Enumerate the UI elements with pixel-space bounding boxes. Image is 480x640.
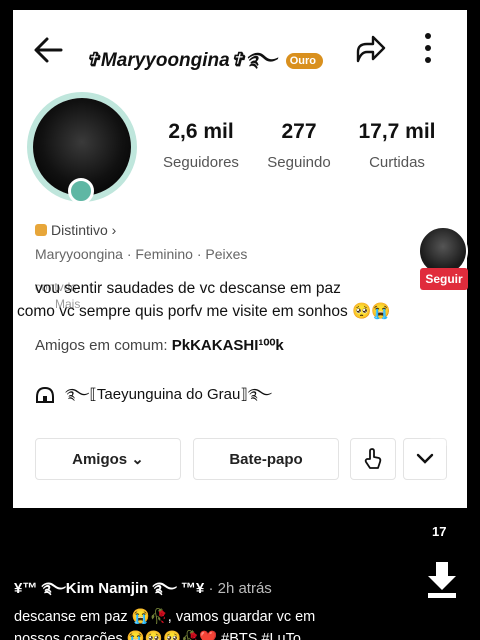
gift-button[interactable] <box>350 438 396 480</box>
following-label: Seguindo <box>267 154 331 171</box>
mutual-friend-name: PkKAKASHI¹⁰⁰k <box>171 337 284 354</box>
more-options-icon[interactable] <box>413 28 443 68</box>
stat-followers[interactable]: 2,6 mil Seguidores <box>151 120 251 171</box>
community-link[interactable]: ࿐⟦Taeyunguina do Grau⟧࿐ <box>35 378 272 420</box>
following-count: 277 <box>281 120 317 143</box>
profile-meta: Maryyoongina · Feminino · Peixes <box>35 246 248 262</box>
likes-label: Curtidas <box>369 154 425 171</box>
comment-line-1: descanse em paz 😭🥀, vamos guardar vc em <box>14 609 316 625</box>
mutual-friends[interactable]: Amigos em comum: PkKAKASHI¹⁰⁰k <box>35 336 284 354</box>
community-dome-icon <box>36 387 54 404</box>
chat-button[interactable]: Bate-papo <box>193 438 339 480</box>
profile-title: ✞Maryyoongina✞࿐ Ouro <box>85 38 323 92</box>
friends-button[interactable]: Amigos ⌄ <box>35 438 181 480</box>
followers-label: Seguidores <box>163 154 239 171</box>
community-name: ࿐⟦Taeyunguina do Grau⟧࿐ <box>65 386 273 403</box>
share-icon[interactable] <box>353 32 387 66</box>
comment-author[interactable]: ¥™ ࿐Kim Namjin ࿐ ™¥ <box>14 580 204 597</box>
stat-likes[interactable]: 17,7 mil Curtidas <box>347 120 447 171</box>
comment-body: descanse em paz 😭🥀, vamos guardar vc em … <box>14 606 315 640</box>
username-title: ✞Maryyoongina✞࿐ <box>85 50 277 71</box>
faded-action-icons <box>425 346 463 505</box>
badge-link-label: Distintivo › <box>51 222 117 238</box>
mutual-friends-label: Amigos em comum: <box>35 337 168 354</box>
shield-icon <box>35 224 47 236</box>
back-arrow-icon[interactable] <box>31 32 67 68</box>
share-count: 17 <box>432 524 447 539</box>
bio-line-2: como vc sempre quis porfv me visite em s… <box>17 303 391 320</box>
hand-pointer-icon <box>364 448 382 469</box>
follow-button[interactable]: Seguir <box>420 268 468 290</box>
likes-count: 17,7 mil <box>358 120 436 143</box>
bio-line-1: vou sentir saudades de vc descanse em pa… <box>35 280 341 297</box>
comment-line-2: nossos corações 😭🥺🥺🥀❤️ #BTS #LuTo <box>14 631 301 640</box>
badge-link[interactable]: Distintivo › <box>35 222 116 238</box>
stat-following[interactable]: 277 Seguindo <box>249 120 349 171</box>
followers-count: 2,6 mil <box>168 120 234 143</box>
rank-badge: Ouro <box>285 52 323 69</box>
profile-card: ✞Maryyoongina✞࿐ Ouro 2,6 mil Seguidores … <box>13 10 467 508</box>
avatar-frame-badge <box>68 178 94 204</box>
download-icon[interactable] <box>424 560 460 600</box>
comment-time: · 2h atrás <box>204 580 272 597</box>
